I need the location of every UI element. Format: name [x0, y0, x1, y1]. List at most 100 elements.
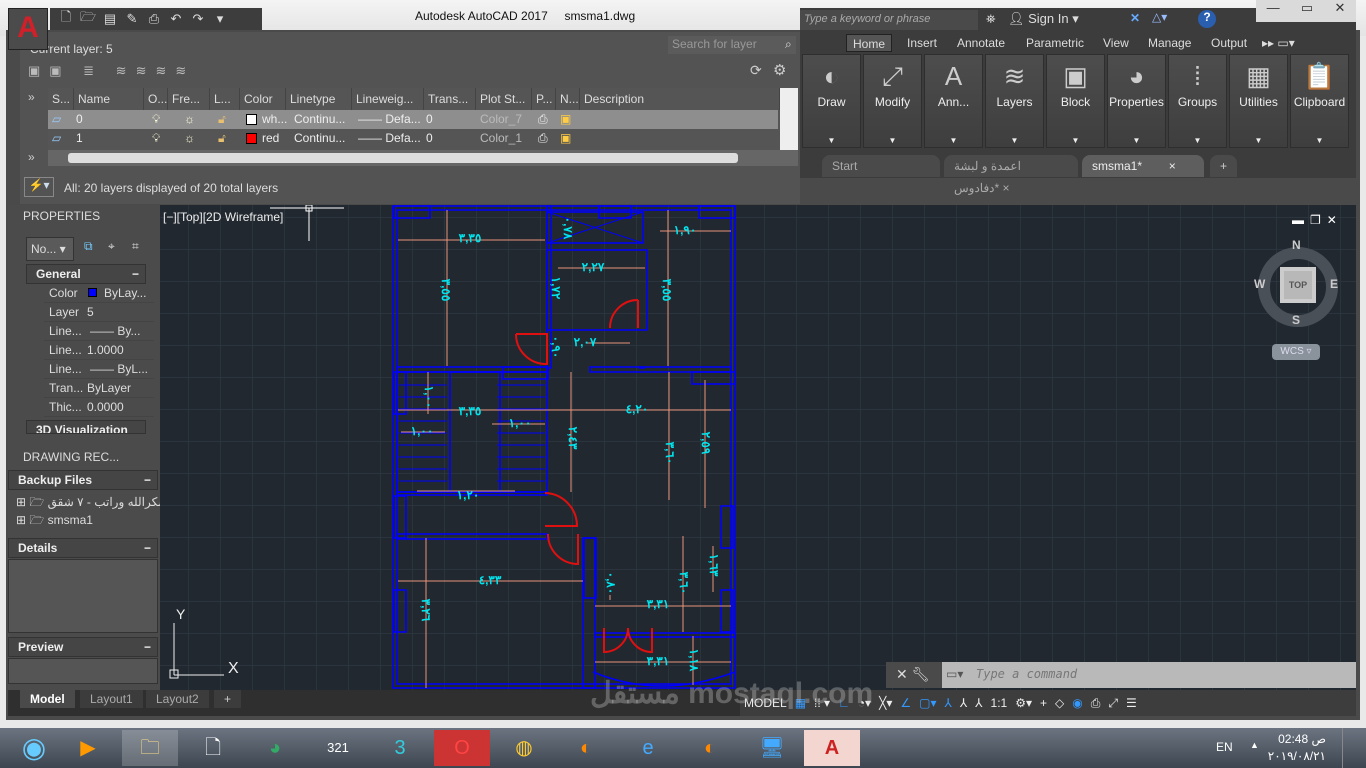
keyword-search-input[interactable]: Type a keyword or phrase: [800, 10, 978, 30]
redo-icon[interactable]: ↷: [190, 11, 206, 27]
column-header[interactable]: Trans...: [424, 88, 476, 110]
color-swatch[interactable]: [246, 114, 257, 125]
command-prompt-icon[interactable]: ▭▾: [946, 667, 963, 681]
layer-search-input[interactable]: Search for layer: [668, 36, 796, 54]
tab-layout2[interactable]: Layout2: [146, 690, 209, 708]
quick-select-icon[interactable]: ⧉: [84, 239, 93, 254]
app-icon[interactable]: ◕: [247, 730, 303, 766]
tab-view[interactable]: View: [1097, 34, 1135, 52]
column-header[interactable]: Name: [74, 88, 144, 110]
column-header[interactable]: Description: [580, 88, 780, 110]
customize-menu-icon[interactable]: ☰: [1126, 696, 1137, 710]
lightbulb-icon[interactable]: 💡︎: [152, 110, 160, 129]
ribbon-panel-draw[interactable]: ◐ Draw ▼: [802, 54, 861, 148]
ribbon-panel-layers[interactable]: ≋ Layers ▼: [985, 54, 1044, 148]
ribbon-panel-block[interactable]: ▣ Block ▼: [1046, 54, 1105, 148]
close-icon[interactable]: ×: [1003, 181, 1010, 195]
property-row[interactable]: Line... —— ByL...: [44, 360, 154, 379]
compass-n[interactable]: N: [1292, 238, 1301, 252]
ribbon-panel-ann[interactable]: A Ann... ▼: [924, 54, 983, 148]
annotation-visibility-icon[interactable]: ⅄: [944, 696, 951, 710]
layer-row[interactable]: ▱ 1 💡︎ ☼ 🔓︎ red Continu... —— Defa... 0 …: [48, 129, 778, 148]
property-row[interactable]: Tran... ByLayer: [44, 379, 154, 398]
vertical-scrollbar[interactable]: [780, 88, 798, 150]
start-button[interactable]: ◉: [6, 730, 62, 766]
column-header[interactable]: S...: [48, 88, 74, 110]
section-3d-visualization[interactable]: 3D Visualization: [26, 420, 146, 434]
refresh-icon[interactable]: ⟳: [750, 62, 762, 79]
tab-home[interactable]: Home: [846, 34, 893, 52]
property-row[interactable]: Layer 5: [44, 303, 154, 322]
chrome-icon[interactable]: ◍: [496, 730, 552, 766]
tab-insert[interactable]: Insert: [901, 34, 943, 52]
plot-icon[interactable]: ⎙: [146, 11, 162, 27]
osnap-icon[interactable]: ▢▾: [919, 696, 936, 710]
expand-icon[interactable]: »: [28, 90, 35, 104]
layer-tool-icons[interactable]: ▣▣ ≣ ≋≋≋≋: [28, 63, 195, 79]
new-tab-button[interactable]: +: [1210, 155, 1238, 177]
chevron-down-icon[interactable]: ▼: [986, 136, 1043, 145]
viewcube-top[interactable]: TOP: [1280, 267, 1316, 303]
layer-filter-button[interactable]: ⚡▾: [24, 177, 54, 197]
printer-icon[interactable]: ⎙: [538, 110, 548, 129]
tab-manage[interactable]: Manage: [1142, 34, 1197, 52]
property-row[interactable]: Line... —— By...: [44, 322, 154, 341]
osnap-tracking-icon[interactable]: ∠: [900, 696, 911, 710]
color-swatch[interactable]: [246, 133, 257, 144]
ribbon-panel-modify[interactable]: ⤢ Modify ▼: [863, 54, 922, 148]
horizontal-scrollbar[interactable]: [48, 150, 798, 166]
ribbon-panel-clipboard[interactable]: 📋 Clipboard ▼: [1290, 54, 1349, 148]
isodraft-icon[interactable]: ╳▾: [879, 696, 892, 710]
save-as-icon[interactable]: ✎: [124, 11, 140, 27]
customize-icon[interactable]: ▾: [212, 11, 228, 27]
clock-time[interactable]: 02:48 ص: [1276, 732, 1326, 746]
column-header[interactable]: Fre...: [168, 88, 210, 110]
plot-status-icon[interactable]: ⎙: [1091, 696, 1101, 711]
ribbon-panel-properties[interactable]: ◕ Properties ▼: [1107, 54, 1166, 148]
application-menu-button[interactable]: A: [8, 8, 48, 50]
chevron-down-icon[interactable]: ▼: [1108, 136, 1165, 145]
autoscale-icon[interactable]: ⅄: [960, 696, 967, 710]
undo-icon[interactable]: ↶: [168, 11, 184, 27]
column-header[interactable]: Plot St...: [476, 88, 532, 110]
minimize-icon[interactable]: —: [1267, 0, 1280, 22]
more-tabs-icon[interactable]: ▸▸ ▭▾: [1256, 34, 1301, 52]
fullscreen-icon[interactable]: ⤢: [1108, 696, 1118, 711]
autocad-taskbar-icon[interactable]: A: [804, 730, 860, 766]
chevron-down-icon[interactable]: ▼: [864, 136, 921, 145]
opera-icon[interactable]: O: [434, 730, 490, 766]
exchange-icon[interactable]: ✕: [1130, 11, 1140, 25]
expand-icon[interactable]: »: [28, 150, 35, 164]
section-general[interactable]: General −: [26, 264, 146, 284]
wrench-icon[interactable]: 🔧︎: [912, 666, 930, 682]
ribbon-panel-groups[interactable]: ⁞ Groups ▼: [1168, 54, 1227, 148]
close-icon[interactable]: ×: [1169, 159, 1176, 173]
media-classic-icon[interactable]: 321: [310, 730, 366, 766]
property-row[interactable]: Thic... 0.0000: [44, 398, 154, 417]
autodesk-360-icon[interactable]: △▾: [1152, 10, 1167, 24]
viewport-window-controls[interactable]: ▬❐✕: [1292, 213, 1343, 227]
drawing-viewport[interactable]: [−][Top][2D Wireframe] Y X ٣,٣٥ ٣,٥٥ ٠,٧٨ ١…: [160, 205, 1356, 690]
ribbon-panel-utilities[interactable]: ▦ Utilities ▼: [1229, 54, 1288, 148]
column-header[interactable]: O...: [144, 88, 168, 110]
firefox-icon[interactable]: ◐: [558, 730, 614, 766]
section-preview[interactable]: Preview −: [8, 637, 158, 657]
property-row[interactable]: Line... 1.0000: [44, 341, 154, 360]
new-vp-freeze-icon[interactable]: ▣: [560, 110, 571, 129]
section-details[interactable]: Details −: [8, 538, 158, 558]
sun-icon[interactable]: ☼: [184, 129, 195, 148]
sign-in-button[interactable]: 👤︎ Sign In ▾: [1008, 11, 1079, 27]
file-tab-start[interactable]: Start: [822, 155, 940, 177]
column-header[interactable]: Linetype: [286, 88, 352, 110]
backup-file-item[interactable]: ⊞ 🗁︎ smsma1: [16, 511, 93, 532]
chevron-down-icon[interactable]: ▼: [1169, 136, 1226, 145]
unlock-icon[interactable]: 🔓︎: [218, 129, 226, 148]
firefox-icon[interactable]: ◐: [682, 730, 738, 766]
hardware-acceleration-icon[interactable]: ◉: [1072, 696, 1082, 710]
selection-dropdown[interactable]: No... ▾: [26, 237, 74, 261]
tab-parametric[interactable]: Parametric: [1020, 34, 1090, 52]
column-header[interactable]: N...: [556, 88, 580, 110]
annotation-scale[interactable]: 1:1: [991, 696, 1008, 710]
property-row[interactable]: Color ByLay...: [44, 284, 154, 303]
show-desktop-button[interactable]: [1342, 728, 1366, 768]
